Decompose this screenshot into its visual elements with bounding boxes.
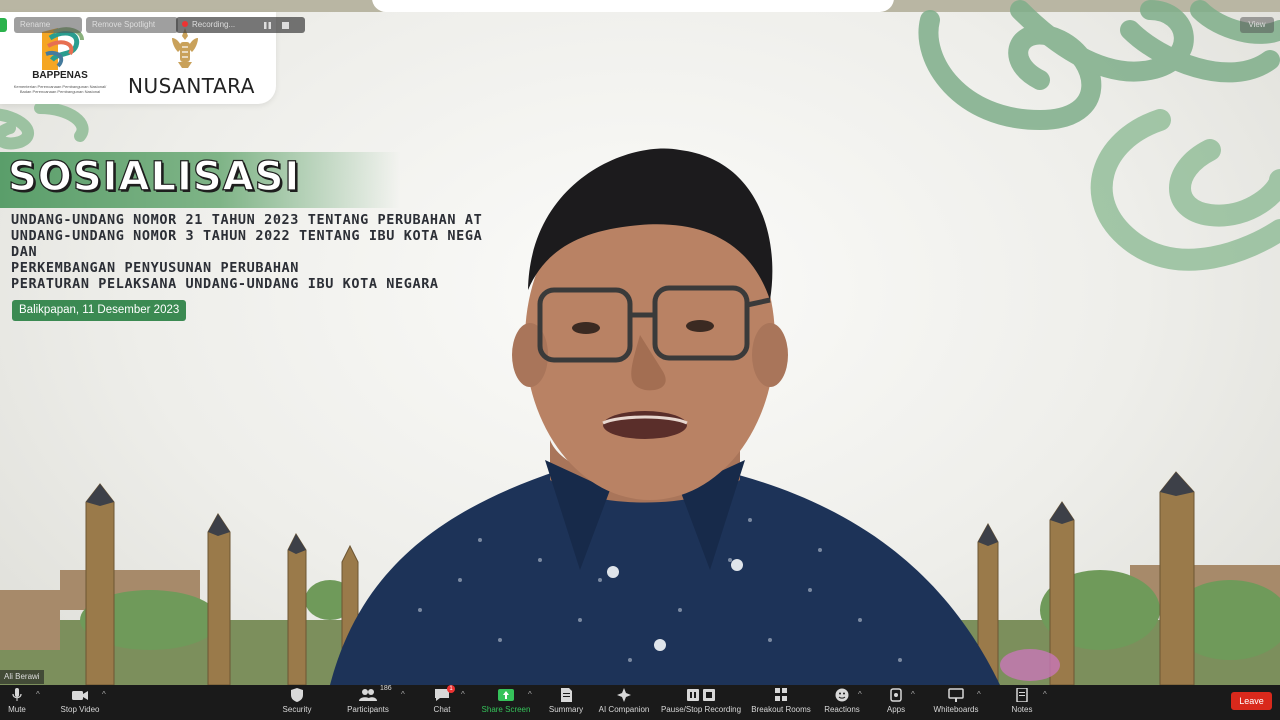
- leave-button[interactable]: Leave: [1231, 692, 1272, 710]
- mute-button[interactable]: Mute: [0, 685, 34, 720]
- rename-button[interactable]: Rename: [14, 17, 82, 33]
- chat-options-chevron-icon[interactable]: ^: [461, 690, 465, 699]
- presenter-video: [330, 148, 1000, 685]
- pause-stop-icon: [687, 689, 715, 701]
- pause-stop-recording-button[interactable]: Pause/Stop Recording: [660, 685, 742, 720]
- ai-companion-button[interactable]: AI Companion: [596, 685, 652, 720]
- status-indicator: [0, 18, 7, 32]
- apps-options-chevron-icon[interactable]: ^: [911, 690, 915, 699]
- share-screen-icon: [498, 689, 514, 701]
- remove-spotlight-button[interactable]: Remove Spotlight: [86, 17, 178, 33]
- apps-icon: [890, 688, 902, 702]
- smiley-icon: [835, 688, 849, 702]
- document-summary-icon: [561, 688, 572, 702]
- mute-options-chevron-icon[interactable]: ^: [36, 690, 40, 699]
- meeting-toolbar: Mute ^ Stop Video ^ Security Participant…: [0, 685, 1280, 720]
- reactions-options-chevron-icon[interactable]: ^: [858, 690, 862, 699]
- shared-video-stage: BAPPENAS Kementerian Perencanaan Pembang…: [0, 0, 1280, 720]
- grid-icon: [775, 688, 787, 701]
- slide-title: SOSIALISASI: [7, 153, 301, 200]
- stop-recording-icon[interactable]: [282, 22, 289, 29]
- apps-button[interactable]: Apps: [880, 685, 912, 720]
- video-options-chevron-icon[interactable]: ^: [102, 690, 106, 699]
- nusantara-wordmark: NUSANTARA: [128, 74, 255, 98]
- shield-icon: [291, 688, 303, 702]
- participants-options-chevron-icon[interactable]: ^: [401, 690, 405, 699]
- notes-icon: [1016, 688, 1028, 702]
- sparkle-icon: [617, 688, 631, 702]
- bappenas-subtitle: Kementerian Perencanaan Pembangunan Nasi…: [13, 84, 107, 94]
- decorative-left-swirl: [0, 104, 89, 150]
- participants-icon: [359, 689, 377, 701]
- notes-button[interactable]: Notes: [1006, 685, 1038, 720]
- participants-count: 186: [380, 685, 392, 692]
- security-button[interactable]: Security: [280, 685, 314, 720]
- whiteboard-icon: [948, 688, 964, 702]
- bappenas-name: BAPPENAS: [32, 70, 88, 81]
- more-options-chevron-icon[interactable]: ^: [1043, 690, 1047, 699]
- view-button[interactable]: View: [1240, 17, 1274, 33]
- stop-video-button[interactable]: Stop Video: [56, 685, 104, 720]
- video-camera-icon: [72, 691, 88, 700]
- participant-name-tag: Ali Berawi: [0, 670, 44, 684]
- share-options-chevron-icon[interactable]: ^: [528, 690, 532, 699]
- microphone-icon: [12, 688, 22, 701]
- recording-label: Recording...: [192, 20, 236, 29]
- chat-unread-badge: 1: [447, 685, 455, 693]
- date-badge: Balikpapan, 11 Desember 2023: [12, 300, 187, 321]
- reactions-button[interactable]: Reactions: [822, 685, 862, 720]
- whiteboards-options-chevron-icon[interactable]: ^: [977, 690, 981, 699]
- summary-button[interactable]: Summary: [546, 685, 586, 720]
- share-screen-button[interactable]: Share Screen: [478, 685, 534, 720]
- recording-dot-icon: [182, 21, 188, 27]
- pause-recording-icon[interactable]: [264, 22, 271, 29]
- breakout-rooms-button[interactable]: Breakout Rooms: [750, 685, 812, 720]
- whiteboards-button[interactable]: Whiteboards: [928, 685, 984, 720]
